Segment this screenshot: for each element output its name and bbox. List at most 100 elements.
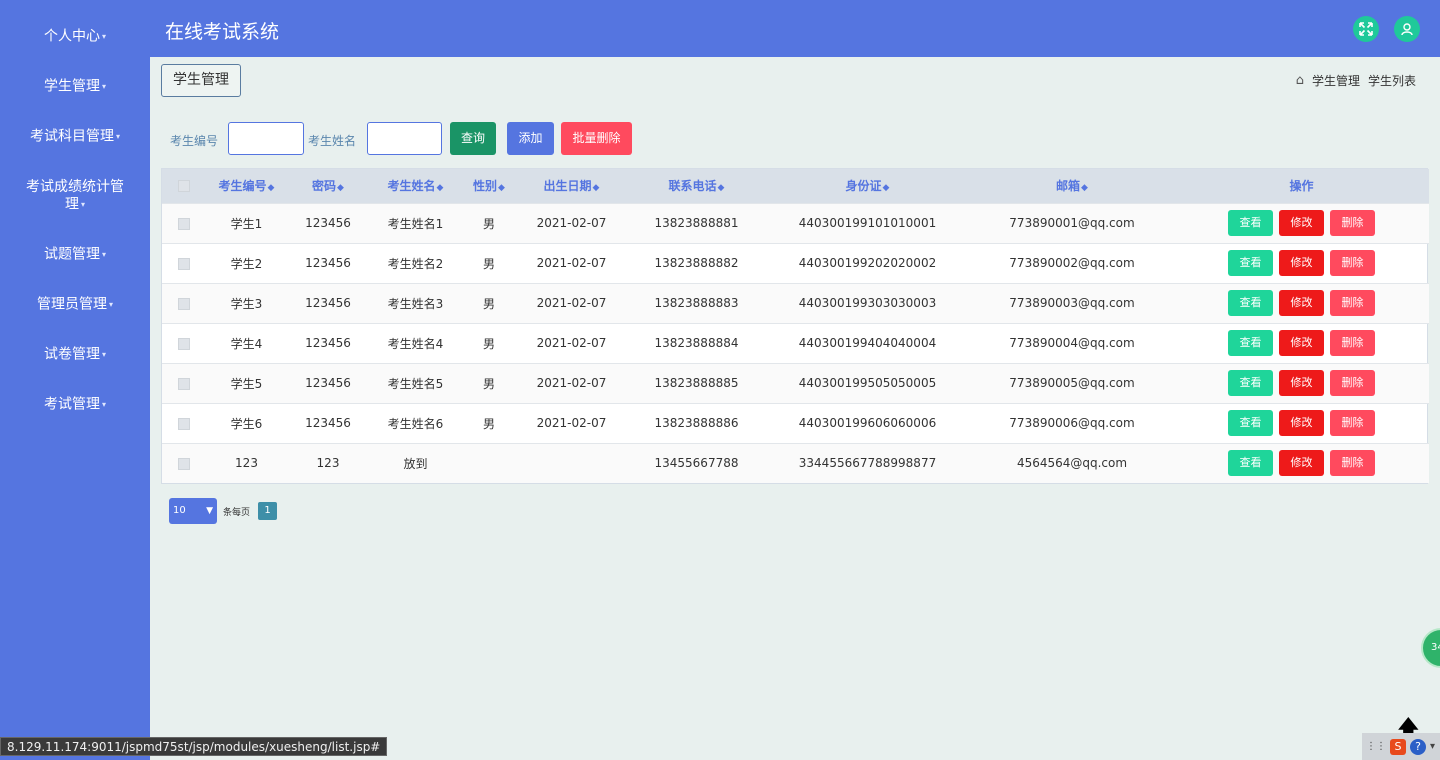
delete-button[interactable]: 删除: [1330, 290, 1375, 316]
sort-icon: ◆: [436, 183, 444, 194]
column-header-idcard[interactable]: 身份证◆: [765, 169, 970, 203]
sort-icon: ◆: [717, 183, 725, 194]
edit-button[interactable]: 修改: [1279, 370, 1324, 396]
sort-icon: ◆: [882, 183, 890, 194]
sort-icon: ◆: [498, 183, 505, 194]
select-all-checkbox[interactable]: [177, 180, 190, 193]
row-checkbox[interactable]: [177, 257, 190, 270]
delete-button[interactable]: 删除: [1330, 330, 1375, 356]
sogou-icon[interactable]: S: [1390, 738, 1406, 755]
sidebar-item-admin-management[interactable]: 管理员管理 ▾: [0, 296, 150, 314]
edit-button[interactable]: 修改: [1279, 410, 1324, 436]
sidebar-item-paper-management[interactable]: 试卷管理 ▾: [0, 346, 150, 364]
student-table: 考生编号◆ 密码◆ 考生姓名◆ 性别◆ 出生日期◆ 联系电话◆ 身份证◆ 邮箱◆…: [161, 168, 1429, 484]
sidebar-item-label: 考试管理: [43, 396, 100, 413]
cell-gender: [463, 443, 515, 483]
sidebar-item-label: 试题管理: [43, 246, 100, 263]
table-row: 学生4 123456 考生姓名4 男 2021-02-07 13823888884 4403…: [162, 323, 1429, 363]
column-header-phone[interactable]: 联系电话◆: [628, 169, 765, 203]
caret-down-icon: ▾: [101, 400, 106, 409]
view-button[interactable]: 查看: [1228, 250, 1273, 276]
row-checkbox[interactable]: [177, 457, 190, 470]
caret-down-icon: ▾: [108, 300, 113, 309]
query-button[interactable]: 查询: [450, 122, 496, 155]
cell-password: 123456: [305, 296, 351, 310]
table-row: 学生3 123456 考生姓名3 男 2021-02-07 13823888883 4403…: [162, 283, 1429, 323]
sort-icon: ◆: [337, 183, 344, 194]
sidebar-item-question-management[interactable]: 试题管理 ▾: [0, 246, 150, 264]
delete-button[interactable]: 删除: [1330, 450, 1375, 477]
floating-ball[interactable]: 34: [1421, 628, 1440, 668]
column-header-name[interactable]: 考生姓名◆: [368, 169, 463, 203]
view-button[interactable]: 查看: [1228, 410, 1273, 436]
cell-gender: 男: [482, 336, 495, 351]
cell-password: 123456: [305, 256, 351, 270]
cell-password: 123456: [305, 336, 351, 350]
cell-idcard: 440300199303030003: [798, 296, 937, 310]
edit-button[interactable]: 修改: [1279, 290, 1324, 316]
cell-birth: 2021-02-07: [536, 376, 607, 390]
row-checkbox[interactable]: [177, 297, 190, 310]
cell-name: 考生姓名4: [387, 336, 444, 351]
column-header-password[interactable]: 密码◆: [288, 169, 368, 203]
column-header-gender[interactable]: 性别◆: [463, 169, 515, 203]
add-button[interactable]: 添加: [507, 122, 554, 155]
column-header-birth[interactable]: 出生日期◆: [515, 169, 628, 203]
cell-name: 考生姓名3: [387, 296, 444, 311]
cell-password: 123456: [305, 416, 351, 430]
cell-idcard: 440300199505050005: [798, 376, 937, 390]
sort-icon: ◆: [592, 183, 600, 194]
cell-gender: 男: [482, 376, 495, 391]
view-button[interactable]: 查看: [1228, 450, 1273, 477]
help-icon[interactable]: ?: [1410, 738, 1426, 755]
view-button[interactable]: 查看: [1228, 210, 1273, 236]
cell-name: 考生姓名1: [387, 216, 444, 231]
sidebar-item-exam-management[interactable]: 考试管理 ▾: [0, 396, 150, 414]
sort-icon: ◆: [1081, 183, 1088, 194]
cell-birth: 2021-02-07: [536, 256, 607, 270]
user-button[interactable]: [1394, 16, 1420, 42]
user-icon: [1401, 23, 1413, 36]
fullscreen-button[interactable]: [1353, 16, 1379, 42]
column-header-student-id[interactable]: 考生编号◆: [205, 169, 288, 203]
sidebar-item-label: 考试成绩统计管理: [26, 179, 124, 213]
caret-down-icon: ▾: [80, 200, 85, 209]
sidebar-item-student-management[interactable]: 学生管理 ▾: [0, 78, 150, 96]
view-button[interactable]: 查看: [1228, 330, 1273, 356]
view-button[interactable]: 查看: [1228, 370, 1273, 396]
column-header-email[interactable]: 邮箱◆: [970, 169, 1174, 203]
edit-button[interactable]: 修改: [1279, 210, 1324, 236]
sidebar-item-personal-center[interactable]: 个人中心 ▾: [0, 28, 150, 46]
sidebar-item-score-statistics[interactable]: 考试成绩统计管理 ▾: [0, 179, 150, 214]
view-button[interactable]: 查看: [1228, 290, 1273, 316]
breadcrumb-item[interactable]: 学生管理: [1312, 72, 1360, 89]
page-size-value: 10: [173, 505, 186, 516]
cell-phone: 13455667788: [654, 456, 739, 471]
row-checkbox[interactable]: [177, 337, 190, 350]
edit-button[interactable]: 修改: [1279, 250, 1324, 276]
grip-icon: ⋮⋮: [1366, 741, 1386, 752]
row-checkbox[interactable]: [177, 417, 190, 430]
cell-gender: 男: [482, 416, 495, 431]
cell-actions: 查看 修改 删除: [1174, 443, 1429, 483]
cell-password: 123456: [305, 376, 351, 390]
edit-button[interactable]: 修改: [1279, 450, 1324, 477]
cell-idcard: 440300199404040004: [798, 336, 937, 350]
page-number-button[interactable]: 1: [258, 502, 277, 520]
sidebar-item-subject-management[interactable]: 考试科目管理 ▾: [0, 128, 150, 146]
delete-button[interactable]: 删除: [1330, 410, 1375, 436]
page-size-select[interactable]: 10 ▼: [169, 498, 217, 524]
student-name-input[interactable]: [367, 122, 442, 155]
delete-button[interactable]: 删除: [1330, 210, 1375, 236]
delete-button[interactable]: 删除: [1330, 370, 1375, 396]
row-checkbox[interactable]: [177, 377, 190, 390]
batch-delete-button[interactable]: 批量删除: [561, 122, 632, 155]
delete-button[interactable]: 删除: [1330, 250, 1375, 276]
student-id-input[interactable]: [228, 122, 304, 155]
cell-email: 773890004@qq.com: [1009, 336, 1135, 350]
row-checkbox[interactable]: [177, 217, 190, 230]
tray-menu-icon[interactable]: ▾: [1430, 741, 1435, 752]
edit-button[interactable]: 修改: [1279, 330, 1324, 356]
home-icon[interactable]: ⌂: [1296, 73, 1304, 88]
cell-gender: 男: [482, 216, 495, 231]
